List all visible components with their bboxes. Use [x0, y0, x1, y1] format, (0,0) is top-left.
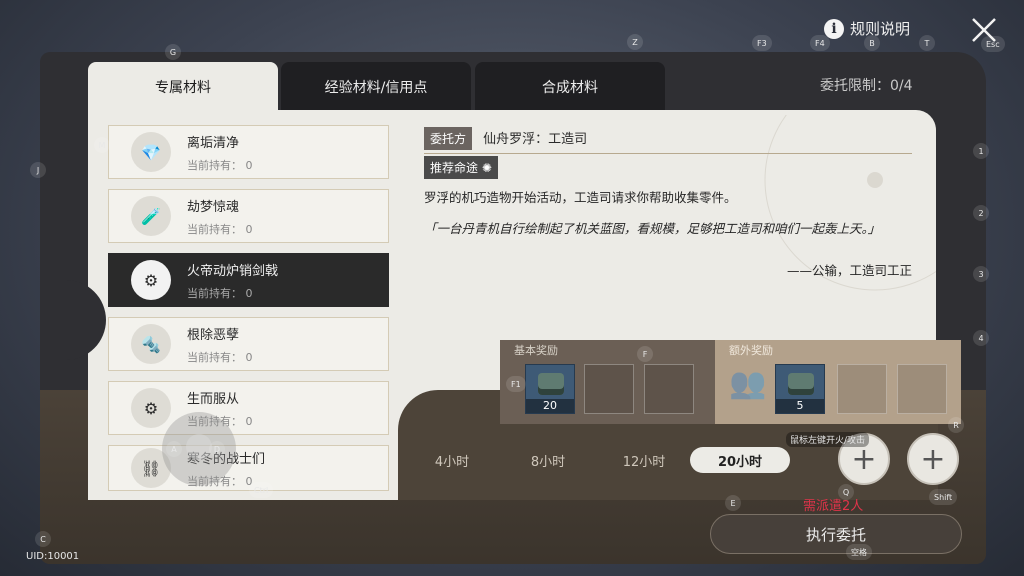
hotkey-f: F: [637, 346, 653, 362]
execute-commission-button[interactable]: 执行委托: [710, 514, 962, 554]
hotkey-b: B: [864, 35, 880, 51]
reward-count: 5: [776, 399, 824, 413]
hotkey-ctrl: Ctrl: [249, 482, 274, 498]
reward-slot[interactable]: 20: [525, 364, 575, 414]
reward-slot-empty: [584, 364, 634, 414]
hotkey-e: E: [725, 495, 741, 511]
hotkey-3: 3: [973, 266, 989, 282]
reward-count: 20: [526, 399, 574, 413]
reward-slot-empty: [897, 364, 947, 414]
time-option-20h[interactable]: 20小时: [690, 447, 790, 473]
path-tag-label: 推荐命途: [430, 161, 479, 175]
time-option-12h[interactable]: 12小时: [594, 447, 694, 473]
material-name: 离垢清净: [187, 135, 240, 151]
material-name: 根除恶孽: [187, 327, 240, 343]
dispatch-warning: 需派遣2人: [803, 499, 864, 514]
hotkey-z: Z: [627, 34, 643, 50]
mission-description: 罗浮的机巧造物开始活动，工造司请求你帮助收集零件。: [424, 190, 737, 205]
time-label: 20小时: [717, 454, 763, 470]
material-holding: 当前持有： 0: [187, 222, 253, 236]
extra-reward-title: 额外奖励: [729, 344, 773, 357]
tab-synthesis-materials[interactable]: 合成材料: [475, 62, 665, 112]
material-holding: 当前持有： 0: [187, 350, 253, 364]
gear-icon: ⚙: [131, 388, 171, 428]
client-tag: 委托方: [424, 127, 473, 150]
hotkey-space: 空格: [846, 544, 872, 560]
material-name: 生而服从: [187, 391, 240, 407]
material-name: 劫梦惊魂: [187, 199, 240, 215]
hotkey-g: G: [165, 44, 181, 60]
material-item[interactable]: ⛓ 寒冬的战士们 当前持有： 0: [108, 445, 389, 491]
hotkey-2: 2: [973, 205, 989, 221]
hotkey-f3: F3: [752, 35, 772, 51]
hotkey-d: D: [209, 441, 225, 457]
hotkey-c: C: [35, 531, 51, 547]
time-option-8h[interactable]: 8小时: [498, 447, 598, 473]
plus-icon: +: [920, 441, 946, 477]
material-holding: 当前持有： 0: [187, 158, 253, 172]
canister-icon: 🧪: [131, 196, 171, 236]
time-option-4h[interactable]: 4小时: [402, 447, 502, 473]
hotkey-a: A: [166, 441, 182, 457]
hotkey-f4: F4: [810, 35, 830, 51]
tab-label: 经验材料/信用点: [324, 80, 428, 96]
hotkey-1: 1: [973, 143, 989, 159]
hotkey-4: 4: [973, 330, 989, 346]
material-holding: 当前持有： 0: [187, 286, 253, 300]
machine-icon: ⚙: [131, 260, 171, 300]
material-item-selected[interactable]: ⚙ 火帝动炉销剑戟 当前持有： 0: [108, 253, 389, 307]
reward-slot-empty: [644, 364, 694, 414]
client-value: 仙舟罗浮：工造司: [483, 132, 588, 147]
material-item[interactable]: 🔩 根除恶孽当前持有： 0: [108, 317, 389, 371]
machine-icon: [788, 373, 814, 395]
hotkey-j: J: [30, 162, 46, 178]
hotkey-shift: Shift: [929, 489, 958, 505]
mission-signature: ——公输，工造司工正: [786, 263, 912, 278]
material-item[interactable]: 🧪 劫梦惊魂当前持有： 0: [108, 189, 389, 243]
material-name: 火帝动炉销剑戟: [187, 263, 279, 279]
mission-quote: 「一台丹青机自行绘制起了机关蓝图，看规模，足够把工造司和咱们一起轰上天。」: [424, 221, 881, 236]
time-label: 12小时: [622, 454, 666, 470]
rod-icon: 🔩: [131, 324, 171, 364]
path-row: 推荐命途 ✺: [424, 156, 912, 179]
time-label: 4小时: [434, 454, 470, 470]
hotkey-q: Q: [838, 484, 854, 500]
execute-label: 执行委托: [805, 525, 866, 544]
tab-exp-materials[interactable]: 经验材料/信用点: [281, 62, 471, 112]
tab-label: 专属材料: [155, 80, 211, 96]
tab-label: 合成材料: [542, 80, 598, 96]
mouse-hint: 鼠标左键开火/攻击: [786, 432, 870, 447]
path-erudition-icon: ✺: [481, 161, 492, 175]
extra-reward-panel: 额外奖励 👥 5: [715, 340, 961, 424]
hotkey-m: M: [94, 137, 110, 153]
time-label: 8小时: [530, 454, 566, 470]
material-item[interactable]: ⚙ 生而服从 当前持有： 0: [108, 381, 389, 435]
tab-exclusive-materials[interactable]: 专属材料: [88, 62, 278, 112]
rules-label: 规则说明: [850, 20, 911, 38]
dispatch-limit: 委托限制：0/4: [820, 78, 913, 94]
info-icon: i: [824, 18, 844, 39]
reward-slot-empty: [837, 364, 887, 414]
basic-reward-panel: 基本奖励 20: [500, 340, 715, 424]
basic-reward-title: 基本奖励: [514, 344, 558, 357]
hotkey-f1: F1: [506, 376, 526, 392]
characters-icon: 👥: [729, 366, 767, 401]
path-tag: 推荐命途 ✺: [424, 156, 498, 179]
hotkey-t: T: [919, 35, 935, 51]
material-item[interactable]: 💎 离垢清净当前持有： 0: [108, 125, 389, 179]
machine-icon: [538, 373, 564, 395]
client-row: 委托方 仙舟罗浮：工造司: [424, 127, 912, 154]
hotkey-esc: Esc: [981, 36, 1005, 52]
reward-slot[interactable]: 5: [775, 364, 825, 414]
uid-label: UID:10001: [26, 551, 80, 562]
hotkey-r: R: [948, 417, 964, 433]
crystal-icon: 💎: [131, 132, 171, 172]
add-character-button-2[interactable]: +: [907, 433, 959, 485]
